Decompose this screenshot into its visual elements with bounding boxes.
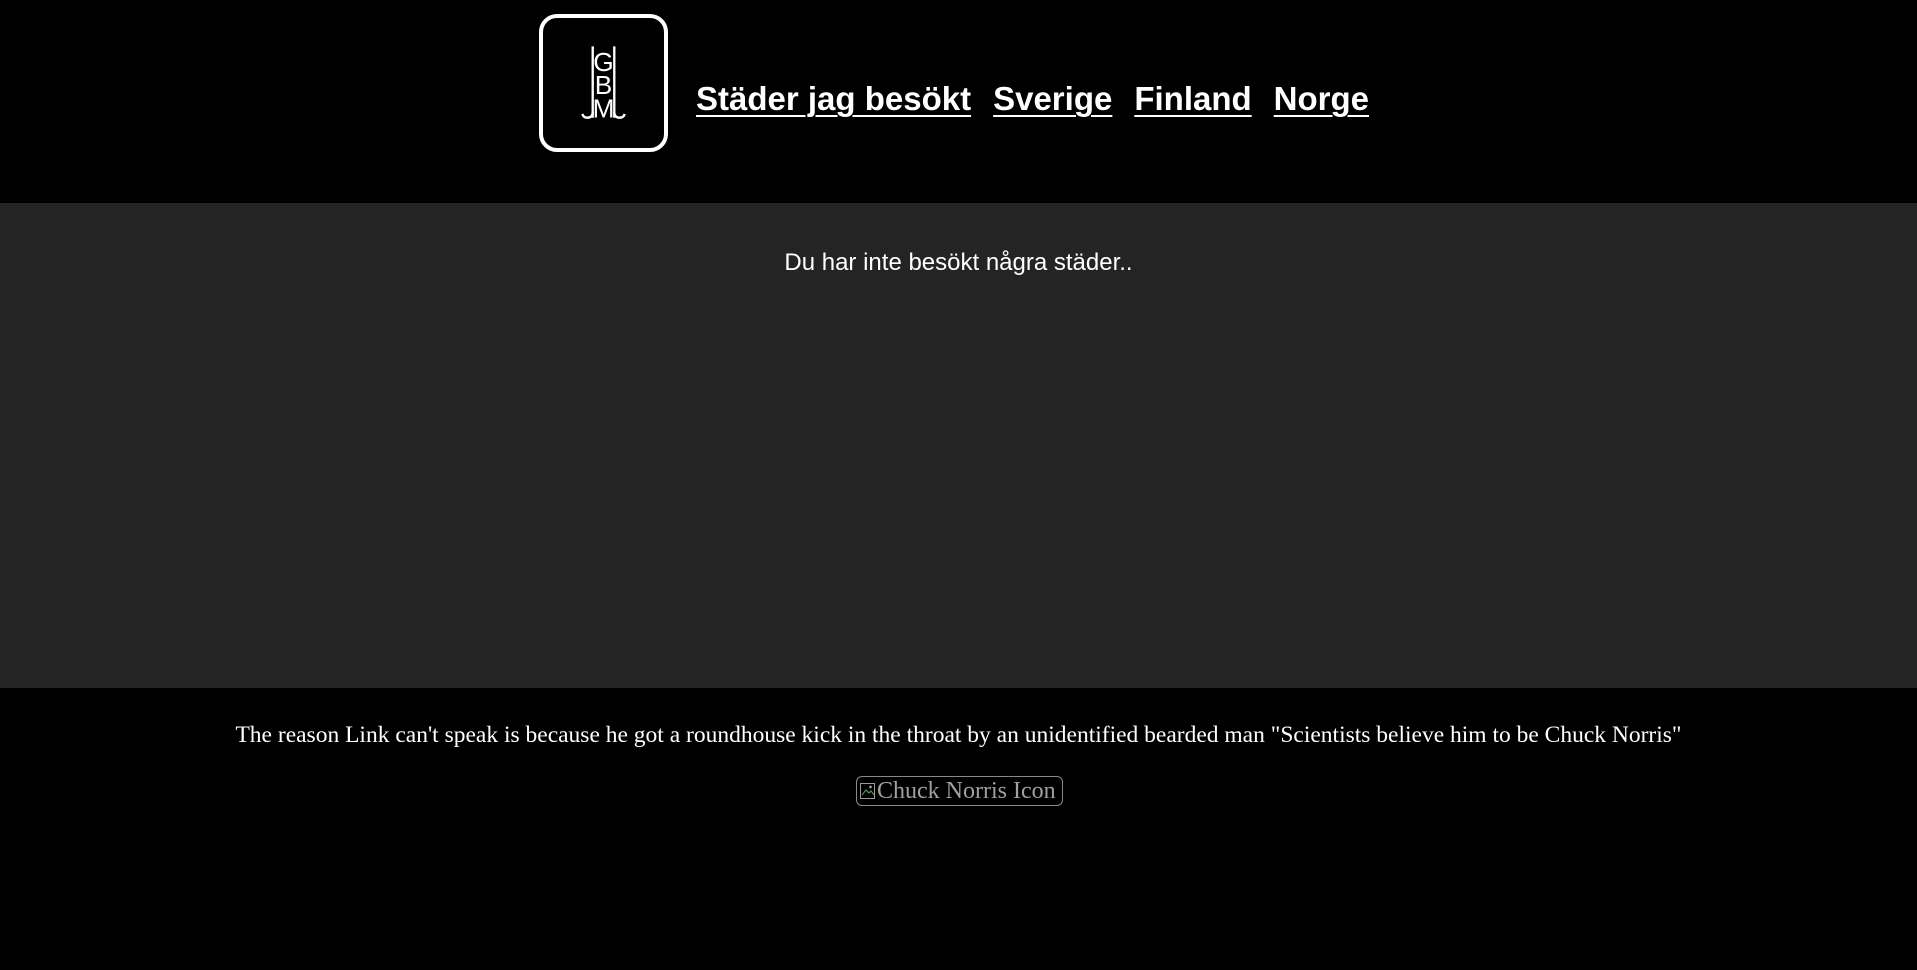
chuck-norris-image: Chuck Norris Icon [856, 776, 1063, 806]
logo-letter-m: M [593, 94, 615, 124]
nav-link-finland[interactable]: Finland [1134, 75, 1251, 123]
site-footer: The reason Link can't speak is because h… [0, 688, 1917, 970]
logo[interactable]: G B M [539, 14, 668, 152]
main-nav: Städer jag besökt Sverige Finland Norge [696, 75, 1369, 123]
image-alt-text: Chuck Norris Icon [877, 778, 1056, 804]
nav-link-sverige[interactable]: Sverige [993, 75, 1112, 123]
nav-link-visited-cities[interactable]: Städer jag besökt [696, 75, 971, 123]
main-content: Du har inte besökt några städer.. [0, 203, 1917, 688]
broken-image-icon [860, 783, 875, 799]
monogram-logo-icon: G B M [581, 46, 626, 124]
footer-joke: The reason Link can't speak is because h… [235, 722, 1682, 748]
empty-state-message: Du har inte besökt några städer.. [784, 249, 1133, 276]
site-header: G B M Städer jag besökt Sverige Finland … [0, 0, 1917, 203]
nav-link-norge[interactable]: Norge [1274, 75, 1369, 123]
